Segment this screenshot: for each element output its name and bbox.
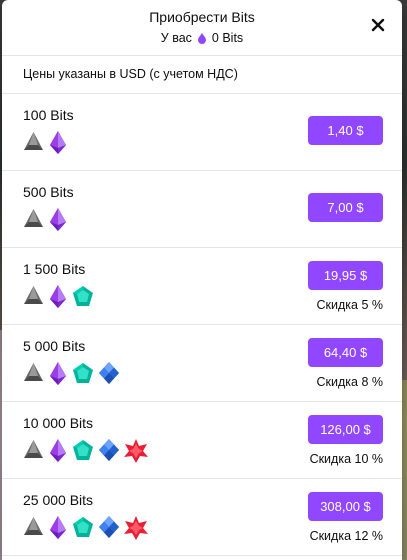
discount-label: Скидка 5 % [316, 298, 383, 312]
offer-amount: 1 500 Bits [23, 261, 86, 277]
discount-label: Скидка 12 % [309, 529, 383, 543]
offer-row: 500 Bits 7,00 $ [2, 171, 402, 248]
gray-bit-icon [23, 208, 44, 232]
purple-bit-icon [49, 131, 67, 155]
offer-gems [23, 362, 119, 386]
buy-button[interactable]: 308,00 $ [308, 492, 383, 521]
offer-amount: 25 000 Bits [23, 492, 94, 508]
balance-label: У вас [160, 31, 192, 45]
discount-label: Скидка 8 % [316, 375, 383, 389]
gray-bit-icon [23, 131, 44, 155]
gray-bit-icon [23, 362, 44, 386]
offer-gems [23, 516, 148, 540]
gray-bit-icon [23, 285, 44, 309]
red-bit-icon [124, 516, 148, 540]
popover-header: Приобрести Bits У вас 0 Bits [2, 0, 402, 55]
purple-bit-icon [49, 208, 67, 232]
bits-balance: У вас 0 Bits [2, 31, 402, 45]
discount-label: Скидка 10 % [309, 452, 383, 466]
teal-bit-icon [72, 439, 94, 463]
buy-button[interactable]: 19,95 $ [308, 261, 383, 290]
purple-bit-icon [49, 362, 67, 386]
offer-gems [23, 285, 94, 309]
gray-bit-icon [23, 439, 44, 463]
balance-value: 0 Bits [211, 31, 244, 45]
offer-amount: 500 Bits [23, 184, 74, 200]
offer-amount: 5 000 Bits [23, 338, 86, 354]
offer-row: 5 000 Bits 64,40 $ Скидка 8 % [2, 325, 402, 402]
offer-gems [23, 439, 148, 463]
buy-button[interactable]: 126,00 $ [308, 415, 383, 444]
close-icon [371, 18, 385, 32]
gray-bit-icon [23, 516, 44, 540]
buy-button[interactable]: 64,40 $ [308, 338, 383, 367]
buy-bits-popover: Приобрести Bits У вас 0 Bits Цены указан… [2, 0, 402, 560]
offers-list: 100 Bits 1,40 $ 500 Bits 7,00 $ 1 500 Bits 19… [2, 94, 402, 556]
offer-gems [23, 131, 67, 155]
buy-button[interactable]: 7,00 $ [308, 193, 383, 222]
buy-button[interactable]: 1,40 $ [308, 116, 383, 145]
offer-row: 25 000 Bits 308,00 $ Скидка 12 % [2, 479, 402, 556]
purple-bit-icon [49, 285, 67, 309]
teal-bit-icon [72, 285, 94, 309]
offer-row: 1 500 Bits 19,95 $ Скидка 5 % [2, 248, 402, 325]
offer-amount: 10 000 Bits [23, 415, 94, 431]
offer-gems [23, 208, 67, 232]
bits-drop-icon [197, 32, 206, 44]
blue-bit-icon [99, 516, 119, 540]
price-note: Цены указаны в USD (с учетом НДС) [2, 55, 402, 94]
offer-row: 10 000 Bits 126,00 $ Скидка 10 % [2, 402, 402, 479]
teal-bit-icon [72, 516, 94, 540]
purple-bit-icon [49, 439, 67, 463]
red-bit-icon [124, 439, 148, 463]
blue-bit-icon [99, 362, 119, 386]
teal-bit-icon [72, 362, 94, 386]
offer-amount: 100 Bits [23, 107, 74, 123]
offer-row: 100 Bits 1,40 $ [2, 94, 402, 171]
blue-bit-icon [99, 439, 119, 463]
close-button[interactable] [370, 17, 386, 33]
popover-title: Приобрести Bits [149, 9, 255, 25]
purple-bit-icon [49, 516, 67, 540]
